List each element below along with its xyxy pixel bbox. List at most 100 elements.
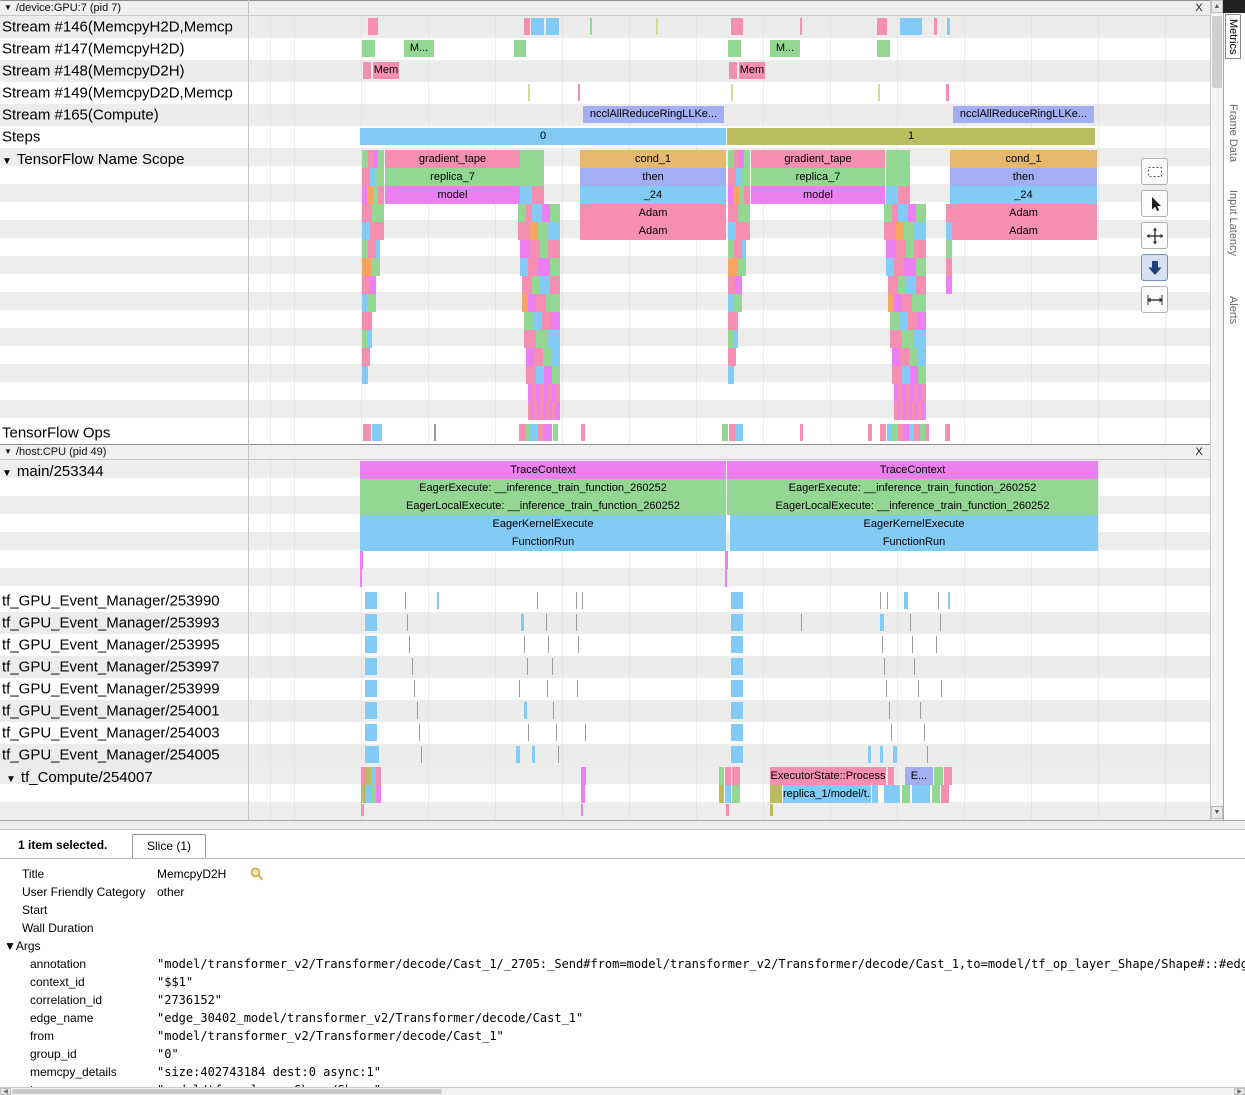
slice-eagerexecute-inference-train-function-260252[interactable]: EagerExecute: __inference_train_function… <box>727 479 1098 497</box>
trace-slice[interactable] <box>437 592 439 609</box>
trace-slice[interactable] <box>731 18 743 35</box>
trace-slice[interactable] <box>719 767 724 785</box>
trace-slice[interactable] <box>733 330 738 348</box>
trace-slice[interactable] <box>948 592 950 609</box>
trace-slice[interactable] <box>770 785 782 803</box>
trace-slice[interactable] <box>908 204 916 222</box>
trace-slice[interactable] <box>910 366 918 384</box>
row-label[interactable]: ▼TensorFlow Name Scope <box>2 151 184 168</box>
trace-slice[interactable] <box>526 348 534 366</box>
trace-slice[interactable] <box>938 592 939 609</box>
scroll-down-button[interactable]: ▼ <box>1211 806 1223 819</box>
trace-slice[interactable] <box>365 746 379 763</box>
trace-slice[interactable] <box>888 276 898 294</box>
trace-slice[interactable] <box>890 312 899 330</box>
trace-slice[interactable] <box>880 746 883 763</box>
slice-then[interactable]: then <box>950 168 1097 186</box>
trace-slice[interactable] <box>530 424 538 441</box>
trace-slice[interactable] <box>728 366 734 384</box>
trace-slice[interactable] <box>801 614 802 631</box>
trace-slice[interactable] <box>531 18 544 35</box>
trace-slice[interactable] <box>372 424 382 441</box>
trace-slice[interactable] <box>368 240 376 258</box>
trace-slice[interactable] <box>731 636 743 653</box>
horizontal-scrollbar[interactable]: ◀▶ <box>0 1087 1245 1095</box>
trace-slice[interactable] <box>519 680 520 697</box>
trace-slice[interactable] <box>378 150 384 168</box>
trace-slice[interactable] <box>738 204 750 222</box>
trace-slice[interactable] <box>737 258 746 276</box>
slice-gradient-tape[interactable]: gradient_tape <box>751 150 885 168</box>
slice-24[interactable]: _24 <box>950 186 1097 204</box>
trace-slice[interactable] <box>941 680 942 697</box>
trace-slice[interactable] <box>362 40 375 57</box>
trace-slice[interactable] <box>921 402 926 420</box>
trace-slice[interactable] <box>742 168 750 186</box>
trace-slice[interactable] <box>365 636 377 653</box>
trace-slice[interactable] <box>902 785 910 803</box>
trace-slice[interactable] <box>551 312 560 330</box>
trace-slice[interactable] <box>409 636 410 653</box>
trace-slice[interactable] <box>524 636 525 653</box>
trace-slice[interactable] <box>887 592 888 609</box>
pan-tool[interactable] <box>1141 222 1168 249</box>
scroll-thumb[interactable] <box>1212 16 1222 88</box>
trace-slice[interactable] <box>725 767 731 785</box>
trace-slice[interactable] <box>728 40 741 57</box>
trace-slice[interactable] <box>414 680 415 697</box>
trace-slice[interactable] <box>946 84 949 101</box>
slice-0[interactable]: 0 <box>360 128 726 145</box>
panel-divider[interactable] <box>0 820 1245 830</box>
trace-slice[interactable] <box>940 614 941 631</box>
collapse-icon[interactable]: ▼ <box>4 3 12 12</box>
trace-slice[interactable] <box>877 18 887 35</box>
trace-slice[interactable] <box>362 312 372 330</box>
trace-slice[interactable] <box>405 592 406 609</box>
slice-replica-7[interactable]: replica_7 <box>385 168 520 186</box>
slice-adam[interactable]: Adam <box>950 204 1097 222</box>
trace-slice[interactable] <box>520 150 544 168</box>
slice-24[interactable]: _24 <box>580 186 726 204</box>
slice-tracecontext[interactable]: TraceContext <box>727 461 1098 479</box>
trace-slice[interactable] <box>886 240 896 258</box>
trace-slice[interactable] <box>370 222 384 240</box>
trace-slice[interactable] <box>904 222 914 240</box>
slice-1[interactable]: 1 <box>727 128 1095 145</box>
trace-slice[interactable] <box>521 614 524 631</box>
trace-slice[interactable] <box>363 424 371 441</box>
slice-ncclallreduceringllke[interactable]: ncclAllReduceRingLLKe... <box>953 106 1094 123</box>
trace-slice[interactable] <box>719 785 724 803</box>
trace-slice[interactable] <box>944 767 952 785</box>
zoom-tool[interactable] <box>1141 254 1168 281</box>
trace-slice[interactable] <box>924 724 925 741</box>
collapse-icon[interactable]: ▼ <box>2 468 12 479</box>
close-section-button[interactable]: X <box>1192 445 1206 459</box>
trace-slice[interactable] <box>918 366 926 384</box>
scroll-up-button[interactable]: ▲ <box>1211 0 1223 13</box>
trace-slice[interactable] <box>918 680 919 697</box>
trace-slice[interactable] <box>548 636 549 653</box>
trace-slice[interactable] <box>376 168 384 186</box>
trace-slice[interactable] <box>886 150 910 168</box>
trace-slice[interactable] <box>906 276 916 294</box>
trace-slice[interactable] <box>912 636 913 653</box>
trace-slice[interactable] <box>917 348 926 366</box>
trace-slice[interactable] <box>922 384 926 402</box>
section-header-gpu[interactable]: ▼/device:GPU:7 (pid 7)X <box>0 0 1210 16</box>
scroll-left-button[interactable]: ◀ <box>0 1088 11 1095</box>
collapse-icon[interactable]: ▼ <box>4 447 12 456</box>
trace-slice[interactable] <box>524 702 527 719</box>
trace-slice[interactable] <box>538 258 550 276</box>
trace-slice[interactable] <box>540 240 548 258</box>
trace-slice[interactable] <box>904 258 916 276</box>
slice-tracecontext[interactable]: TraceContext <box>360 461 726 479</box>
trace-slice[interactable] <box>896 222 904 240</box>
trace-slice[interactable] <box>548 222 560 240</box>
trace-slice[interactable] <box>538 222 548 240</box>
trace-slice[interactable] <box>365 592 377 609</box>
trace-slice[interactable] <box>925 424 929 441</box>
trace-slice[interactable] <box>898 276 906 294</box>
slice-ncclallreduceringllke[interactable]: ncclAllReduceRingLLKe... <box>583 106 724 123</box>
trace-slice[interactable] <box>542 204 550 222</box>
trace-slice[interactable] <box>546 294 560 312</box>
